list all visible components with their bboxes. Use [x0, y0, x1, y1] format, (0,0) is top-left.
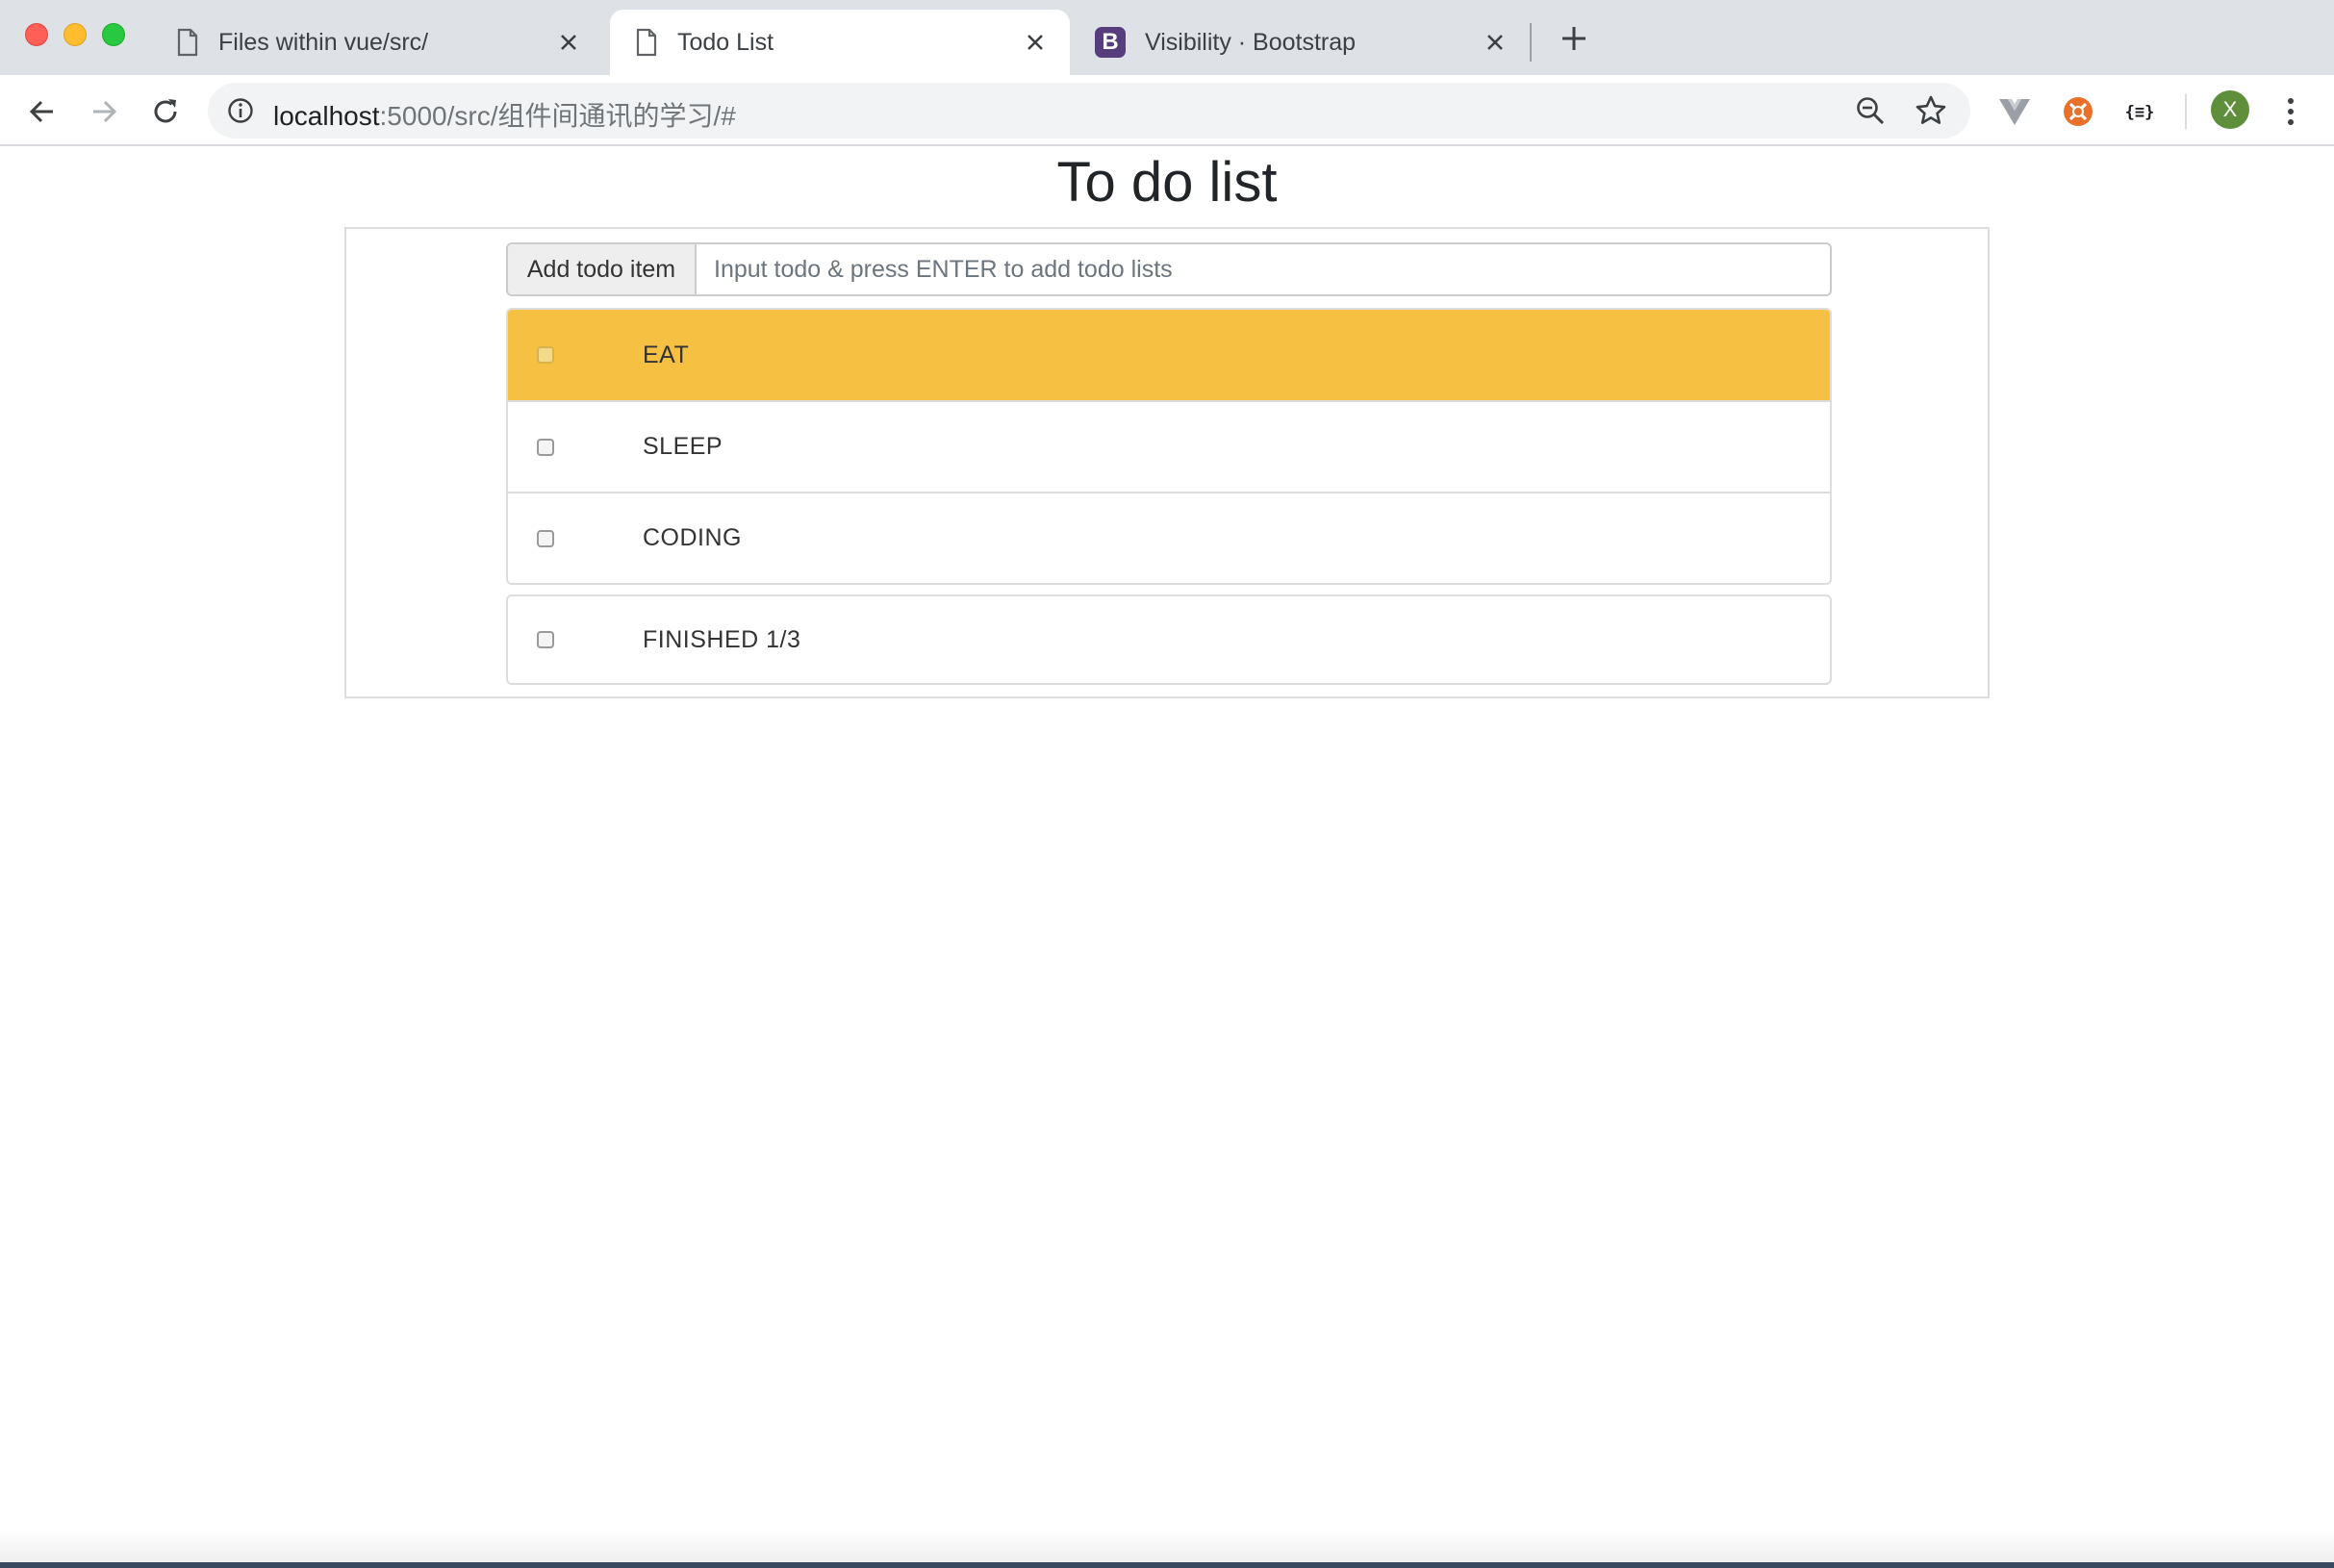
tab-strip: Files within vue/src/ Todo List B Visibi…: [0, 0, 2334, 75]
tab-separator: [1530, 23, 1532, 62]
close-window-button[interactable]: [25, 23, 48, 46]
page-title: To do list: [1056, 151, 1278, 214]
bootstrap-icon: B: [1095, 27, 1126, 58]
info-icon[interactable]: [227, 97, 254, 124]
back-button[interactable]: [23, 92, 62, 131]
arrow-right-icon: [93, 100, 117, 123]
file-icon: [636, 28, 657, 57]
svg-text:{≡}: {≡}: [2125, 103, 2155, 122]
tab-title: Visibility · Bootstrap: [1145, 28, 1357, 56]
close-tab-icon[interactable]: [1484, 31, 1507, 54]
close-tab-icon[interactable]: [1024, 31, 1047, 54]
url-host: localhost: [273, 101, 380, 131]
vue-devtools-icon[interactable]: [1995, 92, 2034, 131]
select-all-checkbox[interactable]: [537, 631, 554, 648]
extension-separator: [2185, 94, 2187, 129]
plus-icon: [1562, 27, 1586, 50]
tab-todo-list[interactable]: Todo List: [610, 10, 1070, 75]
todo-item-text: EAT: [643, 341, 690, 368]
tab-title: Files within vue/src/: [218, 28, 429, 56]
todo-panel: Add todo item EAT SLEEP CODING FINISHED …: [344, 227, 1990, 698]
todo-checkbox[interactable]: [537, 438, 554, 456]
todo-footer: FINISHED 1/3: [506, 594, 1832, 685]
json-formatter-icon[interactable]: {≡}: [2120, 92, 2159, 131]
minimize-window-button[interactable]: [63, 23, 87, 46]
close-tab-icon[interactable]: [557, 31, 580, 54]
add-todo-input-group: Add todo item: [506, 242, 1832, 296]
bookmark-star-icon[interactable]: [1915, 94, 1947, 127]
desktop-strip: [0, 1562, 2334, 1568]
new-tab-button[interactable]: [1559, 23, 1589, 54]
url-text: localhost:5000/src/组件间通讯的学习/#: [273, 95, 736, 134]
todo-item-text: CODING: [643, 524, 742, 551]
reload-icon: [154, 99, 177, 123]
todo-input[interactable]: [697, 242, 1832, 296]
orange-extension-icon[interactable]: [2059, 92, 2097, 131]
todo-item-sleep[interactable]: SLEEP: [508, 400, 1830, 492]
tab-title: Todo List: [677, 28, 774, 56]
reload-button[interactable]: [146, 92, 185, 131]
todo-item-eat[interactable]: EAT: [508, 310, 1830, 400]
file-icon: [177, 28, 198, 57]
forward-button[interactable]: [85, 92, 123, 131]
add-todo-label: Add todo item: [506, 242, 697, 296]
tab-visibility-bootstrap[interactable]: B Visibility · Bootstrap: [1070, 10, 1530, 75]
arrow-left-icon: [29, 100, 53, 123]
address-bar[interactable]: localhost:5000/src/组件间通讯的学习/#: [208, 83, 1970, 139]
profile-avatar[interactable]: X: [2211, 90, 2249, 129]
todo-list: EAT SLEEP CODING: [506, 308, 1832, 585]
more-menu-icon[interactable]: [2276, 92, 2305, 131]
todo-item-text: SLEEP: [643, 433, 723, 460]
zoom-out-icon[interactable]: [1855, 95, 1886, 126]
todo-checkbox[interactable]: [537, 529, 554, 547]
url-path: :5000/src/组件间通讯的学习/#: [379, 101, 736, 131]
todo-item-coding[interactable]: CODING: [508, 492, 1830, 583]
tab-files-within[interactable]: Files within vue/src/: [151, 10, 603, 75]
maximize-window-button[interactable]: [102, 23, 125, 46]
browser-toolbar: localhost:5000/src/组件间通讯的学习/# {≡} X: [0, 75, 2334, 146]
todo-checkbox[interactable]: [537, 346, 554, 364]
finished-count: FINISHED 1/3: [643, 625, 801, 653]
